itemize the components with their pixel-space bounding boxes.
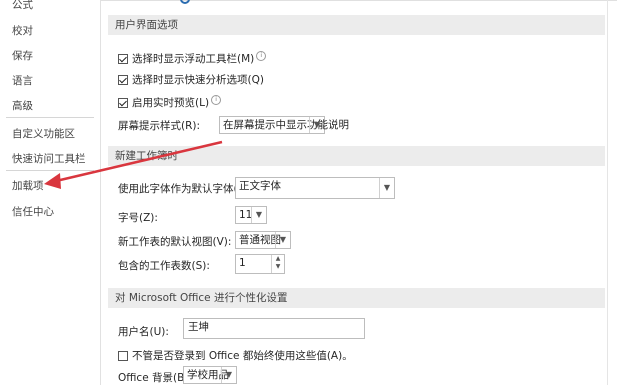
- annotation-arrow: [44, 140, 223, 189]
- annotation-arrow-line: [55, 140, 223, 183]
- annotation-arrowhead: [44, 173, 61, 189]
